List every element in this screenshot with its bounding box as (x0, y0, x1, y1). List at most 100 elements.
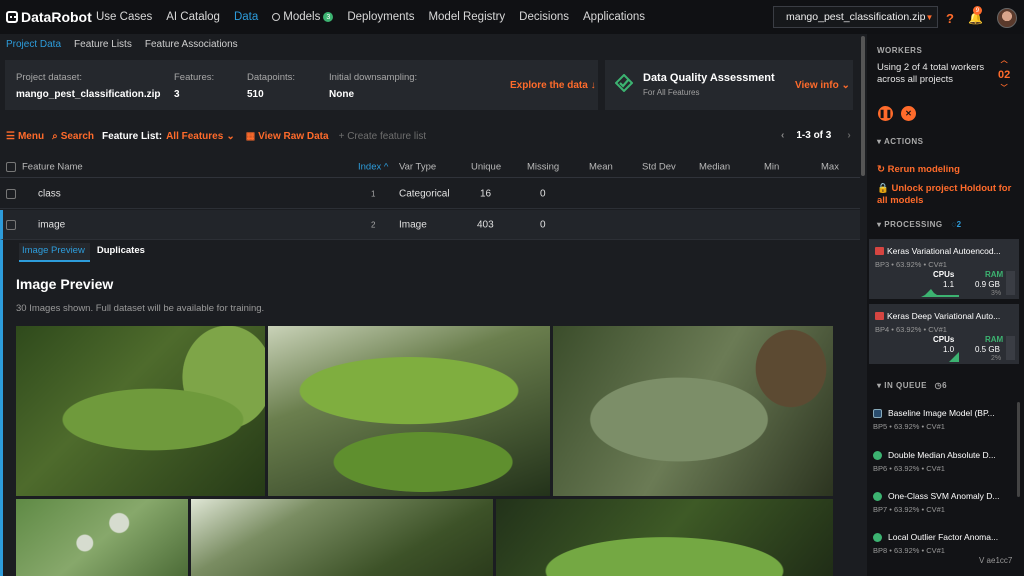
chevron-down-icon[interactable]: ﹀ (998, 82, 1010, 96)
unlock-holdout-button[interactable]: 🔒 Unlock project Holdout for all models (877, 183, 1017, 207)
model-icon (873, 451, 882, 460)
mango-leaf-image[interactable] (553, 326, 833, 496)
features-label: Features: (174, 72, 215, 83)
view-raw-data-label: View Raw Data (258, 130, 329, 142)
tab-project-data[interactable]: Project Data (6, 39, 61, 50)
queue-heading: ▾ IN QUEUE ◷6 (877, 381, 947, 390)
nav-models[interactable]: Models 3 (272, 11, 334, 23)
col-min[interactable]: Min (764, 161, 779, 172)
spinner-icon (272, 13, 281, 21)
user-avatar[interactable] (996, 8, 1017, 28)
col-max[interactable]: Max (821, 161, 839, 172)
processing-count: 2 (956, 220, 962, 229)
col-mean[interactable]: Mean (589, 161, 613, 172)
col-index[interactable]: Index ^ (358, 161, 388, 172)
col-index-label: Index (358, 161, 382, 172)
select-all-checkbox[interactable] (6, 161, 16, 172)
processing-job-card[interactable]: Keras Variational Autoencod... BP3 • 63.… (869, 239, 1019, 299)
table-row[interactable]: image 2 Image 403 0 (0, 210, 860, 240)
chevron-down-icon: ▾ (877, 137, 882, 146)
mango-leaf-image[interactable] (496, 499, 833, 576)
datarobot-logo[interactable]: DataRobot (0, 9, 96, 25)
nav-applications[interactable]: Applications (583, 11, 645, 23)
chevron-up-icon[interactable]: ︿ (998, 54, 1010, 68)
prev-page-icon[interactable]: ‹ (781, 130, 784, 141)
models-badge: 3 (323, 12, 334, 22)
feature-table-header: Feature Name Index ^ Var Type Unique Mis… (0, 156, 860, 178)
feature-list-dropdown[interactable]: All Features ⌄ (166, 131, 238, 142)
rerun-modeling-label: Rerun modeling (887, 164, 960, 175)
ram-gauge (1006, 336, 1015, 360)
col-std-dev[interactable]: Std Dev (642, 161, 676, 172)
main-scrollbar[interactable] (860, 34, 866, 576)
dataset-stat: Project dataset: mango_pest_classificati… (16, 72, 161, 100)
mango-leaf-image[interactable] (268, 326, 550, 496)
scrollbar-thumb[interactable] (861, 36, 865, 176)
processing-job-card[interactable]: Keras Deep Variational Auto... BP4 • 63.… (869, 304, 1019, 364)
create-feature-list-button[interactable]: + Create feature list (339, 131, 427, 142)
view-raw-data-button[interactable]: ▦ View Raw Data (246, 131, 329, 142)
mango-leaf-image[interactable] (16, 499, 188, 576)
worker-queue-panel: WORKERS Using 2 of 4 total workers acros… (867, 34, 1024, 576)
feature-index: 1 (371, 189, 376, 198)
nav-model-registry[interactable]: Model Registry (428, 11, 505, 23)
queue-heading-label: IN QUEUE (884, 381, 927, 390)
row-checkbox[interactable] (6, 219, 16, 230)
logo-text: DataRobot (21, 9, 92, 25)
downsampling-stat: Initial downsampling: None (329, 72, 417, 100)
feature-name: class (38, 188, 61, 199)
feature-index: 2 (371, 220, 376, 229)
col-feature-name[interactable]: Feature Name (22, 161, 83, 172)
tab-feature-lists[interactable]: Feature Lists (74, 39, 132, 50)
data-quality-subtitle: For All Features (643, 88, 700, 97)
sort-up-icon: ^ (383, 161, 389, 172)
menu-button[interactable]: ☰ Menu (6, 131, 44, 142)
actions-heading: ▾ ACTIONS (877, 137, 923, 146)
feature-missing: 0 (540, 188, 546, 199)
project-selector[interactable]: mango_pest_classification.zip ▼ (773, 6, 938, 28)
notification-count: 9 (972, 6, 982, 15)
col-missing[interactable]: Missing (527, 161, 559, 172)
next-page-icon[interactable]: › (847, 130, 850, 141)
nav-ai-catalog[interactable]: AI Catalog (166, 11, 220, 23)
main-nav: Use Cases AI Catalog Data Models 3 Deplo… (96, 0, 659, 34)
mango-leaf-image[interactable] (16, 326, 265, 496)
close-icon[interactable]: ✕ (901, 106, 916, 121)
chevron-down-icon: ▼ (925, 12, 934, 22)
panel-scrollbar[interactable] (1017, 402, 1020, 497)
nav-decisions[interactable]: Decisions (519, 11, 569, 23)
rerun-modeling-button[interactable]: ↻ Rerun modeling (877, 164, 960, 176)
help-icon[interactable]: ? (946, 11, 954, 26)
dataset-summary-card: Project dataset: mango_pest_classificati… (5, 60, 598, 110)
data-subtabs: Project Data Feature Lists Feature Assoc… (0, 34, 862, 54)
view-info-button[interactable]: View info ⌄ (795, 80, 850, 91)
pagination: ‹ 1-3 of 3 › (781, 130, 851, 141)
top-icons: ? 🔔 9 (946, 6, 1017, 28)
search-button[interactable]: ⌕ Search (52, 131, 94, 142)
refresh-icon: ↻ (877, 164, 885, 175)
notifications-bell-icon[interactable]: 🔔 9 (968, 6, 983, 25)
table-row[interactable]: class 1 Categorical 16 0 (0, 179, 860, 209)
robot-icon (6, 11, 18, 23)
ram-gauge (1006, 271, 1015, 295)
tab-feature-associations[interactable]: Feature Associations (145, 39, 238, 50)
pause-icon[interactable]: ❚❚ (878, 106, 893, 121)
cpu-sparkline (931, 352, 959, 362)
actions-heading-label: ACTIONS (883, 137, 924, 146)
col-unique[interactable]: Unique (471, 161, 501, 172)
col-median[interactable]: Median (699, 161, 730, 172)
nav-data[interactable]: Data (234, 11, 258, 23)
mango-leaf-image[interactable] (191, 499, 493, 576)
feature-missing: 0 (540, 219, 546, 230)
col-var-type[interactable]: Var Type (399, 161, 436, 172)
workers-heading: WORKERS (877, 46, 923, 55)
tab-duplicates[interactable]: Duplicates (94, 243, 150, 262)
nav-deployments[interactable]: Deployments (347, 11, 414, 23)
worker-count-stepper[interactable]: ︿ 02 ﹀ (998, 54, 1010, 96)
explore-data-button[interactable]: Explore the data ↓ (510, 80, 596, 91)
job-meta: BP3 • 63.92% • CV#1 (875, 260, 947, 269)
nav-use-cases[interactable]: Use Cases (96, 11, 152, 23)
worker-count: 02 (998, 69, 1011, 81)
tab-image-preview[interactable]: Image Preview (19, 243, 90, 262)
row-checkbox[interactable] (6, 188, 16, 199)
